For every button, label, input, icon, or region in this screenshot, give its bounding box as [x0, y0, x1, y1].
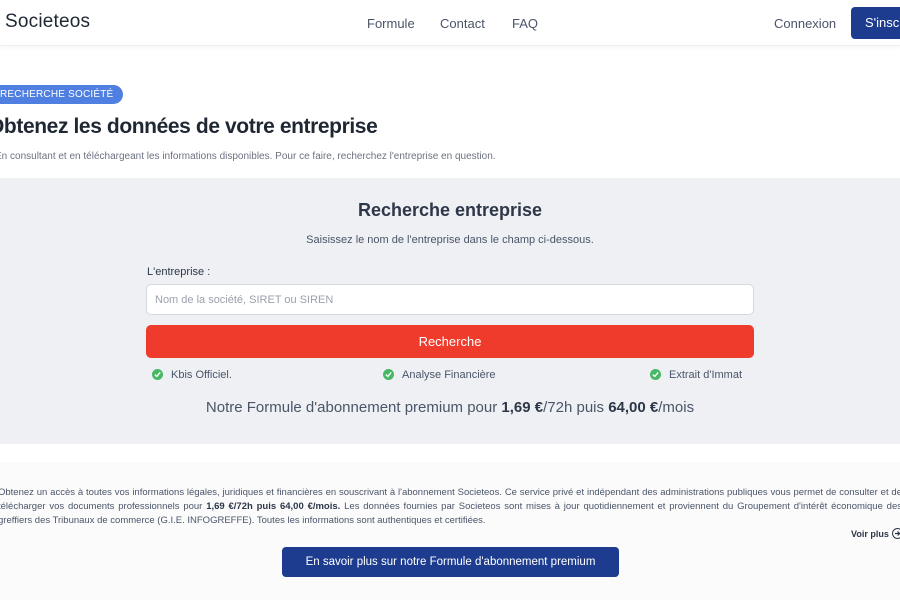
search-button[interactable]: Recherche	[146, 325, 754, 358]
check-circle-icon	[383, 369, 394, 380]
search-panel-subtitle: Saisissez le nom de l'entreprise dans le…	[306, 234, 594, 246]
pricing-prefix: Notre Formule d'abonnement premium pour	[205, 399, 502, 416]
feature-label: Extrait d'Immat	[669, 369, 743, 381]
login-link[interactable]: Connexion	[774, 16, 836, 31]
pricing-line: Notre Formule d'abonnement premium pour …	[0, 399, 900, 416]
pricing-monthly-price: 64,00 €	[608, 399, 659, 416]
site-logo[interactable]: Societeos	[5, 11, 90, 33]
voir-plus-label: Voir plus	[851, 529, 889, 539]
feature-analyse: Analyse Financière	[383, 369, 496, 381]
pricing-mid: /72h puis	[543, 399, 609, 416]
arrow-right-circle-icon	[891, 528, 900, 539]
signup-button[interactable]: S'inscrire	[851, 7, 900, 39]
search-panel-title: Recherche entreprise	[357, 200, 543, 220]
info-paragraph: Obtenez un accès à toutes vos informatio…	[0, 486, 900, 528]
page-subtitle: En consultant et en téléchargeant les in…	[0, 151, 496, 162]
company-search-input[interactable]	[146, 284, 754, 315]
nav-link-faq[interactable]: FAQ	[512, 16, 538, 31]
feature-immat: Extrait d'Immat	[650, 369, 742, 381]
page-title: Obtenez les données de votre entreprise	[0, 115, 378, 138]
info-text-price: 1,69 €/72h puis 64,00 €/mois.	[206, 501, 341, 512]
premium-info-button[interactable]: En savoir plus sur notre Formule d'abonn…	[282, 547, 619, 577]
check-circle-icon	[650, 369, 661, 380]
top-navbar: Societeos Formule Contact FAQ Connexion …	[0, 0, 900, 46]
info-section	[0, 462, 900, 600]
company-field-label: L'entreprise :	[147, 266, 211, 278]
pricing-suffix: /mois	[658, 399, 695, 416]
feature-label: Analyse Financière	[402, 369, 496, 381]
feature-kbis: Kbis Officiel.	[152, 369, 232, 381]
feature-label: Kbis Officiel.	[171, 369, 232, 381]
section-badge: RECHERCHE SOCIÉTÉ	[0, 85, 124, 104]
nav-link-formule[interactable]: Formule	[367, 16, 415, 31]
check-circle-icon	[152, 369, 163, 380]
voir-plus-link[interactable]: Voir plus	[851, 528, 900, 539]
pricing-trial-price: 1,69 €	[501, 399, 544, 416]
nav-link-contact[interactable]: Contact	[440, 16, 485, 31]
